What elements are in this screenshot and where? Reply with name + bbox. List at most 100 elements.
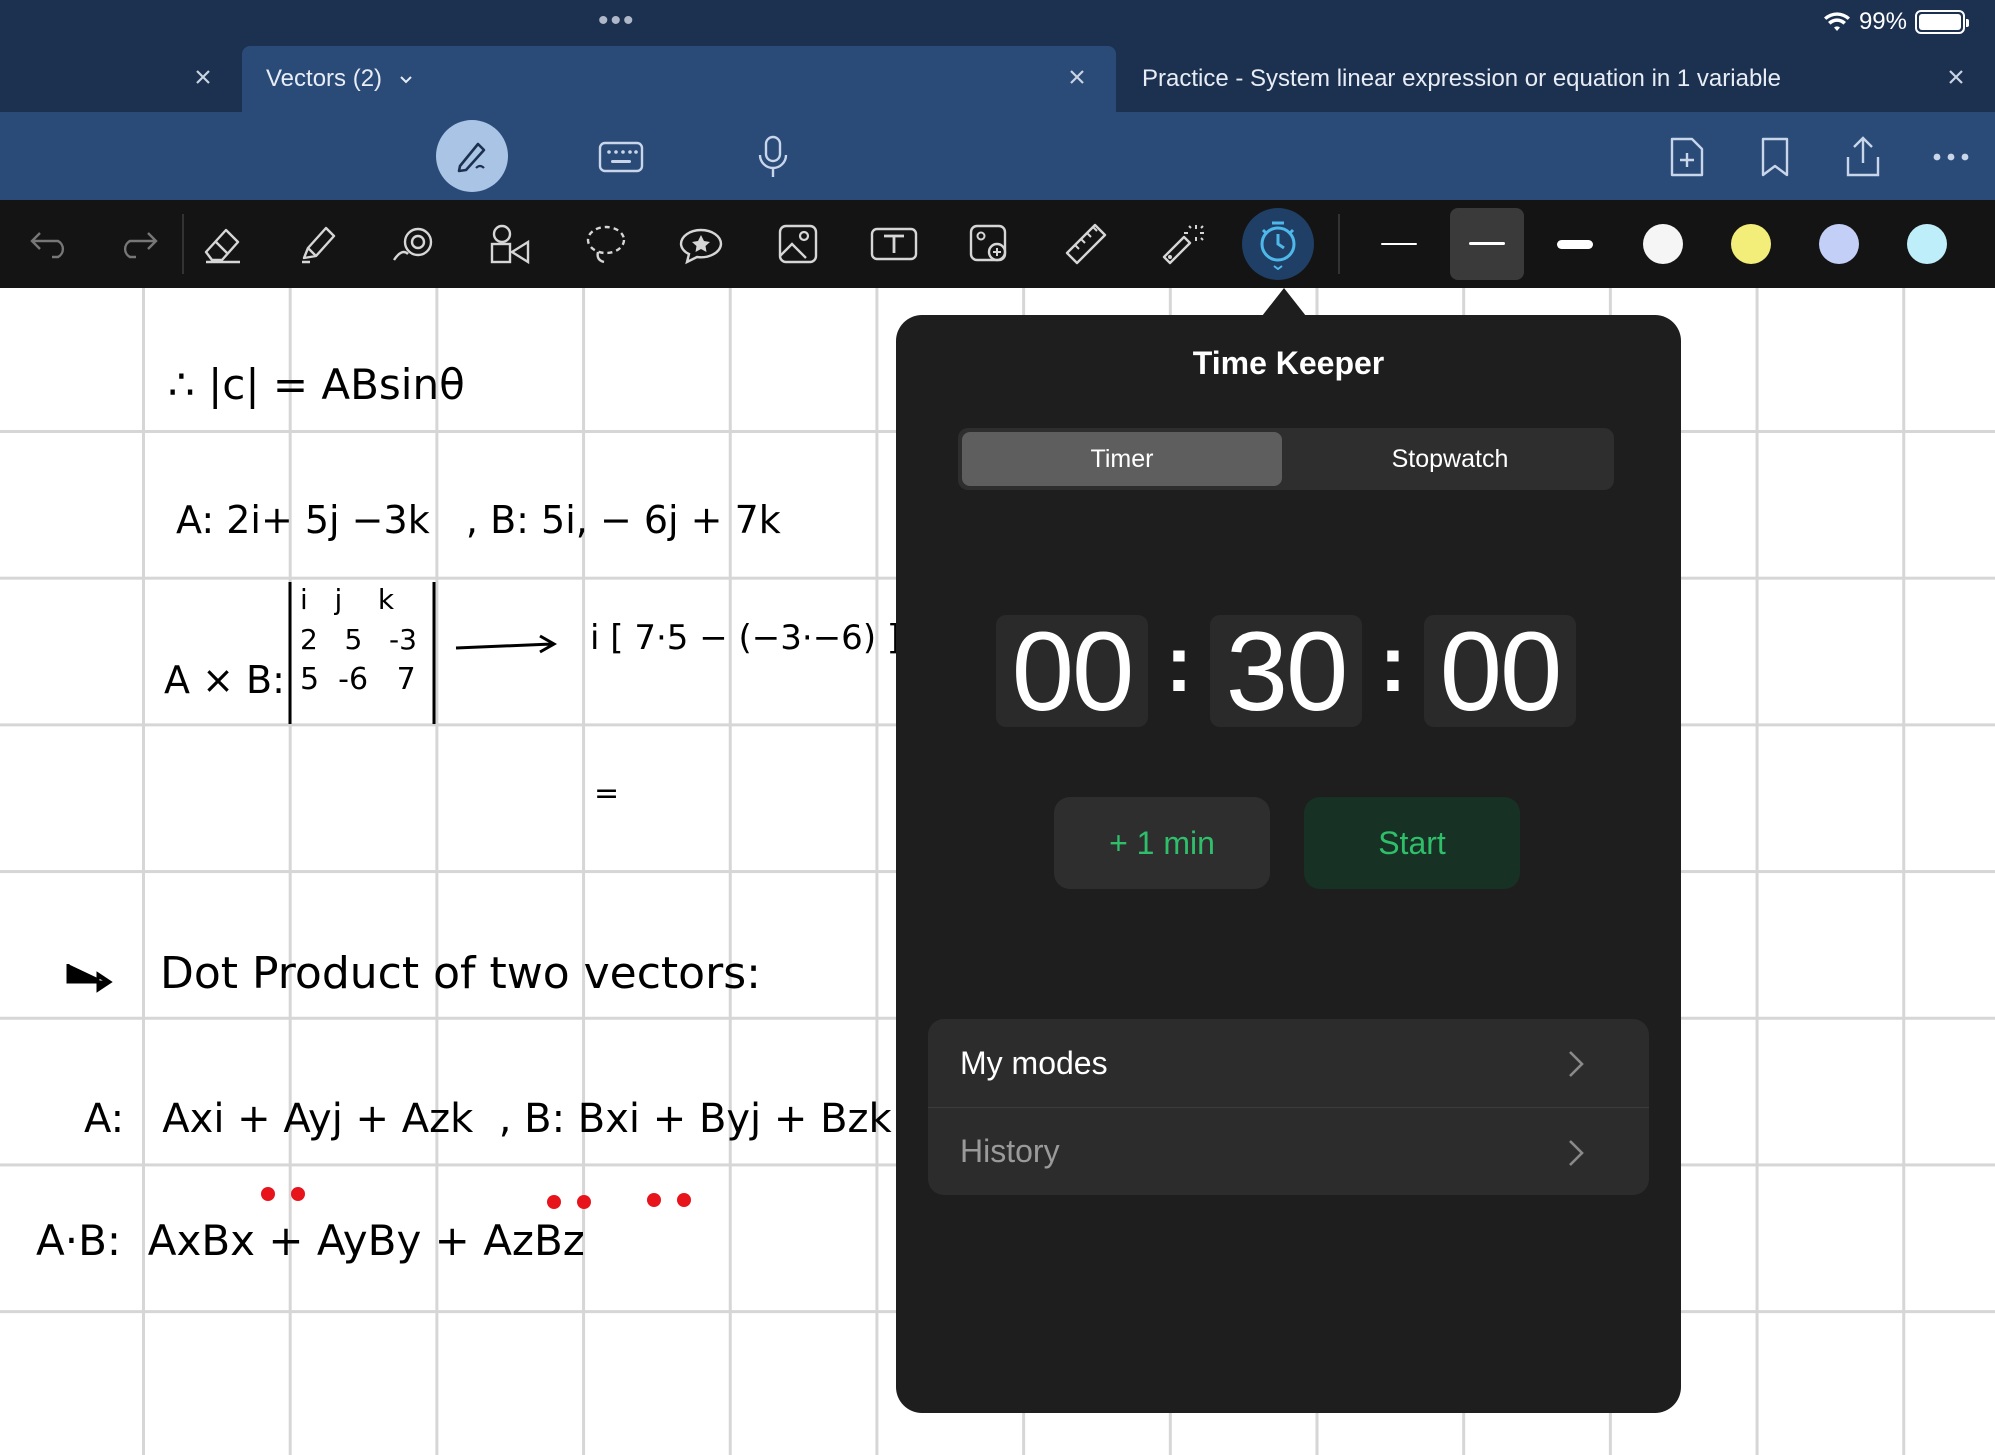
redo-button[interactable] [108,214,168,274]
battery-percent: 99% [1858,8,1907,35]
color-swatch-lavender[interactable] [1819,224,1859,264]
note-equals: = [594,776,620,811]
popover-title: Time Keeper [1192,345,1385,381]
timer-display: 00 : 30 : 00 [996,609,1576,734]
undo-button[interactable] [20,214,80,274]
camera-icon [969,224,1007,262]
color-swatch-cyan[interactable] [1907,224,1947,264]
hours-value[interactable]: 00 [996,609,1148,734]
eraser-button[interactable] [192,214,252,274]
add-page-icon [1670,137,1704,177]
tab-practice[interactable]: Practice - System linear expression or e… [1118,46,1995,112]
multitasking-dots[interactable]: ••• [598,6,636,36]
eraser-icon [204,228,240,264]
note-dot-heading: Dot Product of two vectors: [160,948,761,999]
timer-button[interactable] [1242,208,1314,280]
timer-tab[interactable]: Timer [962,432,1282,486]
ruler-icon [1065,223,1107,265]
laser-pointer-button[interactable] [1152,214,1212,274]
note-axb-label: A × B: [164,658,285,702]
microphone-icon [758,135,788,177]
my-modes-label: My modes [960,1044,1108,1081]
tab-label: Practice - System linear expression or e… [1142,65,1781,92]
toolbar-divider [182,214,184,274]
chevron-right-icon [1569,1140,1584,1166]
close-icon[interactable] [1064,64,1090,90]
lasso-icon [586,225,626,264]
matrix-row-3: 5 -6 7 [300,662,416,697]
elements-button[interactable] [480,214,540,274]
mode-segmented-control: Timer Stopwatch [958,428,1614,490]
pen-width-medium[interactable] [1469,242,1505,245]
ruler-button[interactable] [1056,214,1116,274]
history-label: History [960,1133,1060,1169]
wifi-icon [1823,12,1850,31]
battery-icon [1915,10,1969,34]
add-page-button[interactable] [1652,122,1722,192]
text-icon [870,227,918,261]
time-separator: : [1379,619,1407,708]
timekeeper-menu: My modes History [928,1019,1649,1195]
bookmark-icon [1761,137,1789,177]
share-icon [1846,136,1880,177]
pen-mode-button[interactable] [436,120,508,192]
note-vector-definition: A: Axi + Ayj + Azk , B: Bxi + Byj + Bzk … [84,1096,958,1142]
image-icon [778,224,818,264]
redo-icon [123,232,158,259]
note-line-magnitude: ∴ |c| = ABsinθ [168,360,465,409]
more-button[interactable] [1916,122,1986,192]
more-icon [1933,153,1969,161]
toolbar-divider [1338,214,1340,274]
status-indicators: 99% [1823,8,1969,36]
bookmark-button[interactable] [1740,122,1810,192]
sticker-icon [679,228,723,265]
status-bar: ••• 99% [0,0,1995,46]
close-icon[interactable] [190,64,216,90]
chevron-right-icon [1569,1051,1584,1077]
share-button[interactable] [1828,122,1898,192]
shape-button[interactable] [384,214,444,274]
color-swatch-white[interactable] [1643,224,1683,264]
stopwatch-tab[interactable]: Stopwatch [1290,432,1610,486]
sticker-button[interactable] [672,214,732,274]
matrix-row-2: 2 5 -3 [300,623,417,656]
shape-icon [393,227,433,261]
minutes-value[interactable]: 30 [1210,609,1362,734]
note-line-vectors: A: 2i+ 5j −3k , B: 5i, − 6j + 7k [176,498,781,542]
seconds-value[interactable]: 00 [1424,609,1576,734]
color-swatch-yellow[interactable] [1731,224,1771,264]
time-separator: : [1165,619,1193,708]
add-minute-button[interactable]: + 1 min [1054,797,1270,889]
image-button[interactable] [768,214,828,274]
time-keeper-popover: Time Keeper Timer Stopwatch 00 : 30 : 00… [896,315,1681,1413]
bullet-arrow-icon [66,964,113,993]
undo-icon [30,232,65,259]
my-modes-item[interactable]: My modes [928,1019,1649,1107]
arrow-icon [455,634,558,654]
pen-width-thin[interactable] [1381,243,1417,245]
microphone-button[interactable] [738,122,808,192]
history-item[interactable]: History [928,1107,1649,1195]
highlighter-button[interactable] [288,214,348,274]
note-dot-formula: A·B: AxBx + AyBy + AzBz [36,1216,585,1265]
close-icon[interactable] [1943,64,1969,90]
tab-bar: Vectors (2) Practice - System linear exp… [0,46,1995,112]
chevron-down-icon[interactable] [396,69,416,89]
matrix-row-1: i j k [300,583,395,616]
pen-width-thick[interactable] [1557,240,1593,249]
keyboard-button[interactable] [586,122,656,192]
text-button[interactable] [864,214,924,274]
red-dot-marks [261,1187,691,1209]
mode-toolbar [0,112,1995,200]
pen-mode-icon [457,142,486,173]
start-button[interactable]: Start [1304,797,1520,889]
timer-icon [1260,221,1296,270]
elements-icon [490,224,530,265]
camera-button[interactable] [960,214,1020,274]
lasso-button[interactable] [576,214,636,274]
tab-hidden[interactable] [0,46,242,112]
laser-pointer-icon [1162,225,1204,265]
highlighter-icon [302,226,336,264]
drawing-toolbar [0,200,1995,288]
tab-vectors[interactable]: Vectors (2) [242,46,1116,112]
